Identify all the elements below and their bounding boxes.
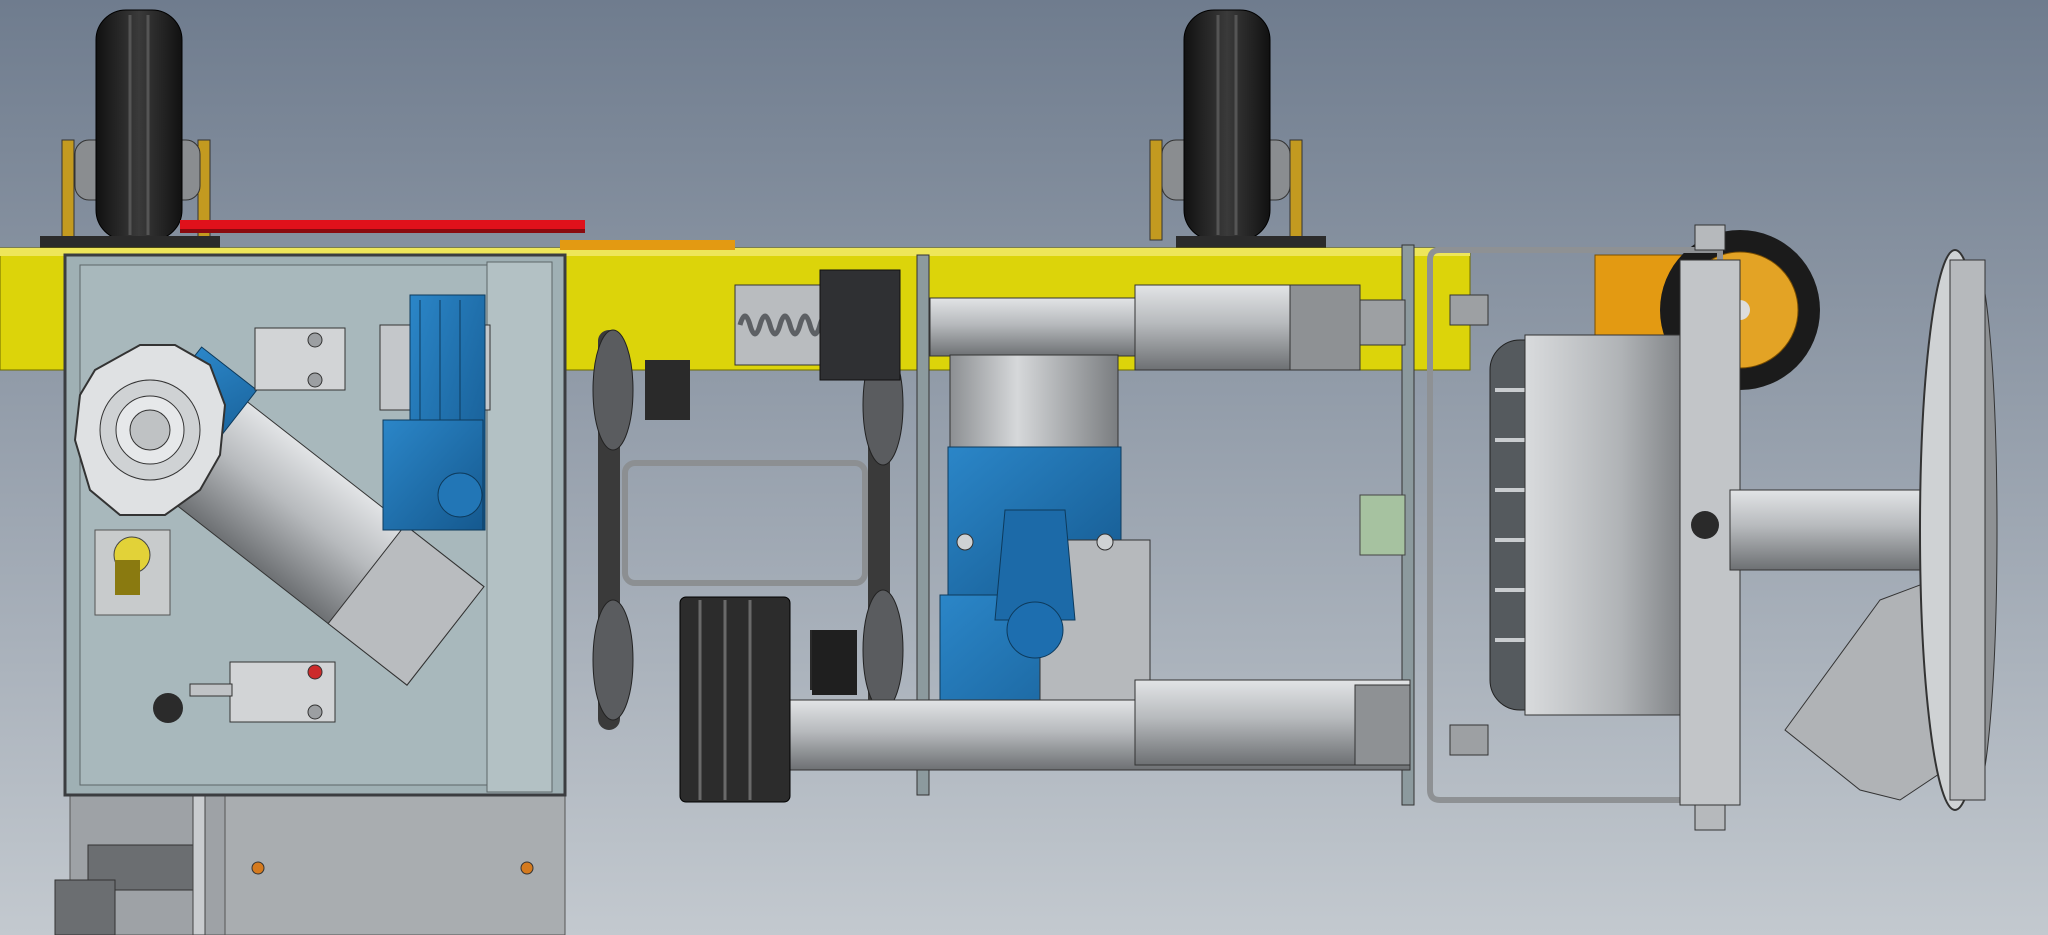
- red-wire-bar: [180, 220, 585, 233]
- end-disc-flange: [1919, 249, 1998, 811]
- vertical-motor-can: [949, 354, 1119, 456]
- green-bracket: [1359, 494, 1406, 556]
- spring-tensioner: [734, 269, 901, 381]
- limit-switch-upper: [254, 327, 346, 391]
- assembly-drawing: [0, 0, 2048, 935]
- cad-render-scene: [0, 0, 2048, 935]
- lower-base-plate: [54, 789, 566, 935]
